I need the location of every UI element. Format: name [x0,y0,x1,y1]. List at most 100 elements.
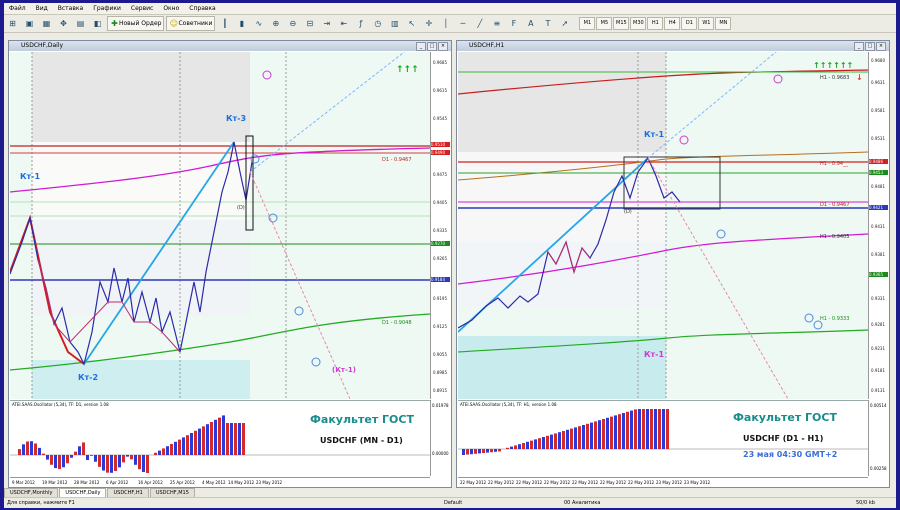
tester-button[interactable]: ◧ [90,16,105,31]
price-axis[interactable]: 0.9680 0.9631 0.9581 0.9531 0.9486 0.945… [868,52,889,399]
close-button[interactable]: × [438,42,448,51]
osc-bar [230,423,233,455]
osc-bar [642,409,645,449]
price-tick: 0.8985 [433,370,447,375]
arrows-button[interactable]: ➚ [557,16,572,31]
osc-bar [118,455,121,468]
crosshair-button[interactable]: ✛ [421,16,436,31]
oscillator-svg: Факультет ГОСТ USDCHF (MN - D1) [10,413,430,473]
price-chart[interactable]: Кт-1 Кт-1 (D) H1 - 0.9683 H1 - 0.94__ D1… [458,52,868,399]
text-button[interactable]: A [523,16,538,31]
zoom-out-button[interactable]: ⊖ [285,16,300,31]
advisors-button[interactable]: ☺ Советники [166,16,216,31]
profiles-button[interactable]: ▣ [22,16,37,31]
tf-m1[interactable]: M1 [579,17,596,30]
minimize-button[interactable]: _ [854,42,864,51]
autoscroll-button[interactable]: ⇥ [319,16,334,31]
tf-mn[interactable]: MN [715,17,732,30]
menu-insert[interactable]: Вставка [53,5,88,12]
osc-bar [462,449,465,455]
line-chart-button[interactable]: ∿ [251,16,266,31]
status-help: Для справки, нажмите F1 [7,500,75,506]
osc-bar [78,446,81,455]
label-kt2: Кт-2 [78,373,98,382]
osc-bar [166,446,169,455]
indicators-button[interactable]: ƒ [353,16,368,31]
tab-monthly[interactable]: USDCHF,Monthly [4,488,59,497]
terminal-button[interactable]: ▤ [73,16,88,31]
cursor-button[interactable]: ↖ [404,16,419,31]
menu-file[interactable]: Файл [4,5,31,12]
osc-bar [486,449,489,453]
price-chart-svg: Кт-1 Кт-2 Кт-3 (Кт-1) (D) D1 - 0.9467 D1… [10,52,430,399]
tf-h4[interactable]: H4 [664,17,681,30]
label-button[interactable]: T [540,16,555,31]
tf-m5[interactable]: M5 [596,17,613,30]
osc-axis: 0.01978 0.00000 [430,400,451,476]
tile-button[interactable]: ⊟ [302,16,317,31]
chart-window-daily[interactable]: USDCHF,Daily _ □ × Кт-1 Кт-2 Кт-3 (Кт-1)… [8,40,452,488]
tab-daily[interactable]: USDCHF,Daily [59,488,107,497]
oscillator-panel[interactable]: ATEI.SAAS.Oscillator (5,34), TF: H1, ver… [458,400,868,477]
maximize-button[interactable]: □ [427,42,437,51]
label-kt1-target: (Кт-1) [332,366,356,374]
market-watch-button[interactable]: ▦ [39,16,54,31]
osc-bar [586,423,589,449]
osc-bar [182,437,185,455]
tf-d1[interactable]: D1 [681,17,698,30]
tf-h1[interactable]: H1 [647,17,664,30]
price-tick: 0.9545 [433,116,447,121]
menu-tools[interactable]: Сервис [126,5,158,12]
osc-bar [510,446,513,449]
trendline-button[interactable]: ╱ [472,16,487,31]
date-tick: 22 May 2012 [544,480,571,485]
date-tick: 16 Apr 2012 [138,480,163,485]
oscillator-panel[interactable]: ATEI.SAAS.Oscillator (5,34), TF: D1, ver… [10,400,430,477]
menu-window[interactable]: Окно [158,5,184,12]
status-traffic: 50/0 kb [856,500,875,506]
menu-view[interactable]: Вид [31,5,53,12]
vline-button[interactable]: │ [438,16,453,31]
tf-w1[interactable]: W1 [698,17,715,30]
tab-m15[interactable]: USDCHF,M15 [149,488,195,497]
new-order-button[interactable]: ✚ Новый Ордер [107,16,165,31]
window-titlebar[interactable]: USDCHF,Daily _ □ × [9,41,451,51]
osc-bar [82,442,85,455]
menu-help[interactable]: Справка [184,5,220,12]
menu-charts[interactable]: Графики [88,5,126,12]
close-button[interactable]: × [876,42,886,51]
price-chart[interactable]: Кт-1 Кт-2 Кт-3 (Кт-1) (D) D1 - 0.9467 D1… [10,52,430,399]
bar-chart-button[interactable]: ┃ [217,16,232,31]
minimize-button[interactable]: _ [416,42,426,51]
osc-bar [206,424,209,455]
periods-button[interactable]: ◷ [370,16,385,31]
line-icon: ∿ [255,19,263,28]
tf-m30[interactable]: M30 [630,17,647,30]
timeframe-bar: M1 M5 M15 M30 H1 H4 D1 W1 MN [579,17,732,30]
price-axis[interactable]: 0.9685 0.9615 0.9545 0.9510 0.9490 0.947… [430,52,451,399]
fibo-button[interactable]: F [506,16,521,31]
channel-button[interactable]: ≡ [489,16,504,31]
grid-icon: ▦ [42,19,51,28]
chart-window-h1[interactable]: USDCHF,H1 _ □ × Кт-1 Кт-1 (D) H1 - 0.968… [456,40,890,488]
templates-button[interactable]: ▥ [387,16,402,31]
new-chart-button[interactable]: ⊞ [5,16,20,31]
osc-bar [562,431,565,449]
shift-button[interactable]: ⇤ [336,16,351,31]
hline-button[interactable]: ─ [455,16,470,31]
tab-h1[interactable]: USDCHF,H1 [107,488,149,497]
zoom-in-button[interactable]: ⊕ [268,16,283,31]
date-axis: 22 May 2012 22 May 2012 22 May 2012 22 M… [458,477,868,487]
window-titlebar[interactable]: USDCHF,H1 _ □ × [457,41,889,51]
date-tick: 22 May 2012 [460,480,487,485]
sell-arrows: ↓ [856,73,863,82]
candles-button[interactable]: ▮ [234,16,249,31]
maximize-button[interactable]: □ [865,42,875,51]
navigator-button[interactable]: ✥ [56,16,71,31]
hline-icon: ─ [460,19,466,28]
osc-bar [506,447,509,449]
tf-m15[interactable]: M15 [613,17,630,30]
price-tag: 0.9270 [431,241,450,246]
level-tag-h1-c: H1 - 0.9333 [820,316,849,322]
label-kt1-bottom: Кт-1 [644,350,664,359]
